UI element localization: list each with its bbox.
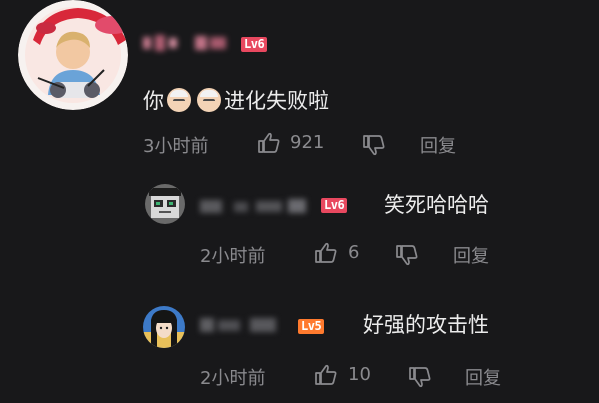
reply-time: 2小时前 [200,368,266,389]
like-count: 921 [290,132,325,153]
like-count: 6 [348,242,360,263]
username[interactable] [200,314,290,336]
dislike-icon[interactable] [408,366,432,388]
reply-time: 2小时前 [200,246,266,267]
like-count: 10 [348,364,371,385]
username[interactable] [200,196,312,216]
like-icon[interactable] [257,132,281,154]
obscured-username [200,199,306,213]
reply-avatar-image [145,184,185,224]
reply-text: 好强的攻击性 [363,313,489,337]
avatar[interactable] [145,184,185,224]
level-badge: Lv6 [241,37,268,52]
obscured-username [200,318,276,332]
comment-text: 你 进化失败啦 [143,86,329,116]
reply-button[interactable]: 回复 [453,242,489,268]
dislike-icon[interactable] [395,244,419,266]
old-man-emoji-icon [197,88,221,112]
comment-text-suffix: 进化失败啦 [224,89,329,113]
like-icon[interactable] [314,364,338,386]
level-badge: Lv5 [298,319,325,334]
level-badge: Lv6 [321,198,348,213]
like-icon[interactable] [314,242,338,264]
comment-time: 3小时前 [143,136,209,157]
old-man-emoji-icon [167,88,191,112]
comment-text-prefix: 你 [143,89,164,113]
reply-button[interactable]: 回复 [420,132,456,158]
reply-avatar-image [143,306,185,348]
dislike-icon[interactable] [362,134,386,156]
user-avatar-image [18,0,128,110]
username[interactable] [143,33,231,53]
obscured-username [143,35,226,51]
avatar[interactable] [18,0,128,110]
avatar[interactable] [143,306,185,348]
reply-button[interactable]: 回复 [465,364,501,390]
reply-text: 笑死哈哈哈 [384,193,489,217]
